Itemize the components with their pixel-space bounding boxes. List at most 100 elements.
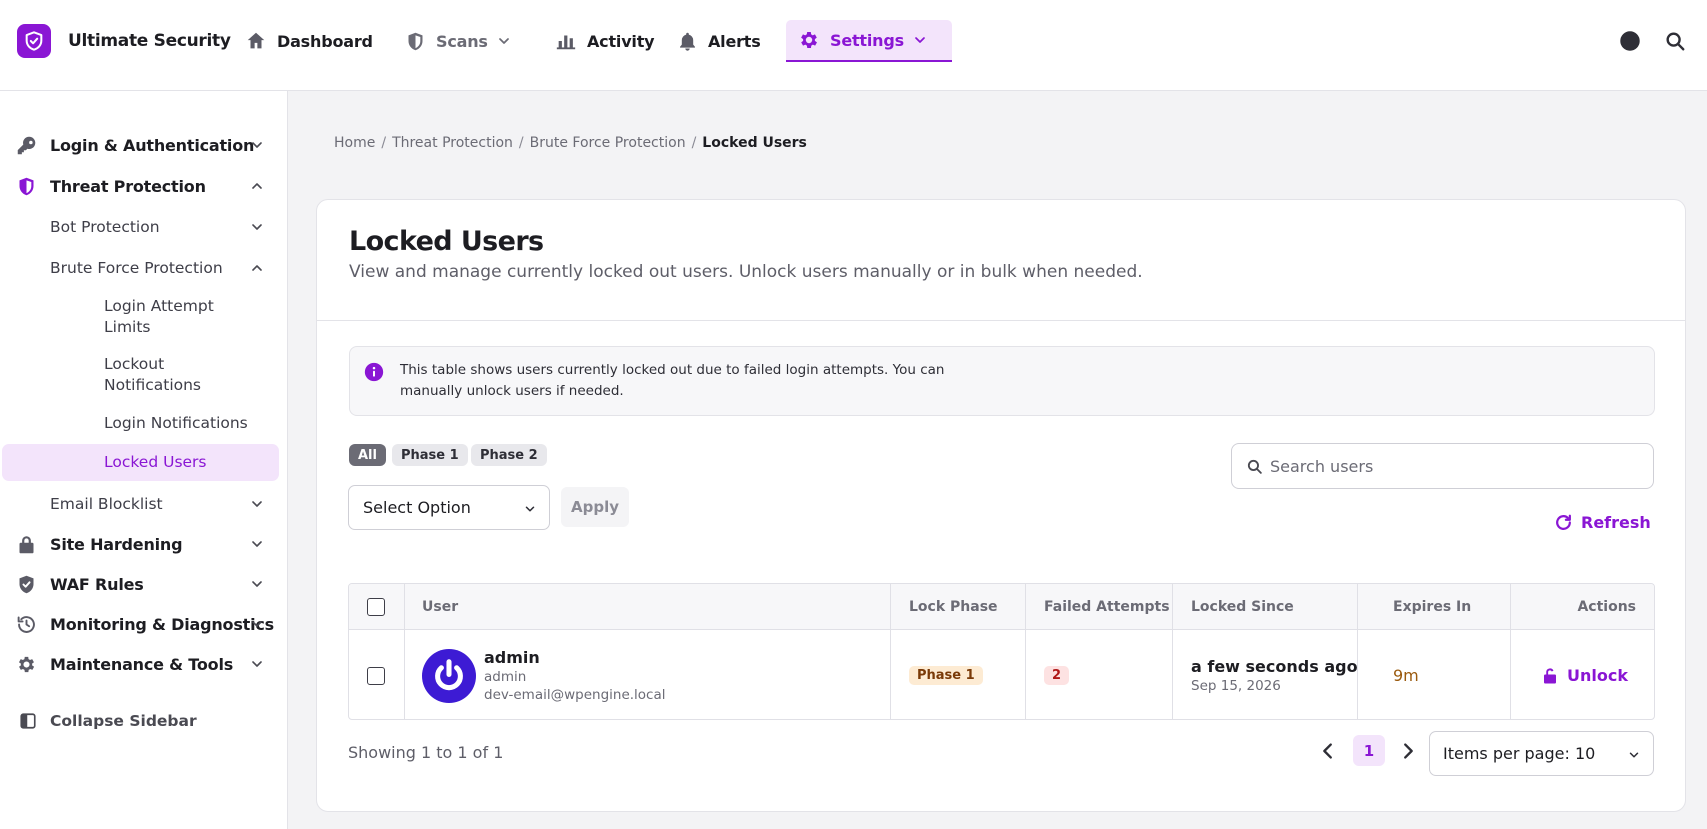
sidebar-item-label: Site Hardening [50,534,183,554]
apply-button[interactable]: Apply [561,487,629,527]
nav-activity[interactable]: Activity [555,24,655,58]
sidebar-item-maintenance-tools[interactable]: Maintenance & Tools [0,653,287,675]
sidebar-item-waf-rules[interactable]: WAF Rules [0,573,287,595]
sidebar-item-label: Login Notifications [104,414,248,432]
column-header-locked-since[interactable]: Locked Since [1191,584,1294,630]
user-login: admin [484,668,527,685]
collapse-sidebar-button[interactable]: Collapse Sidebar [0,710,287,732]
nav-dashboard[interactable]: Dashboard [245,24,373,58]
refresh-icon [1556,514,1571,530]
info-icon [364,362,384,382]
breadcrumb-home[interactable]: Home [334,135,375,151]
nav-activity-label: Activity [587,31,655,51]
sidebar-item-label: Brute Force Protection [50,259,223,277]
sidebar-toggle-icon [20,713,36,729]
user-info: admin admin dev-email@wpengine.local [484,648,666,704]
breadcrumb-brute-force-protection[interactable]: Brute Force Protection [530,135,686,151]
chevron-left-icon[interactable] [1317,740,1339,762]
search-icon [1247,459,1262,474]
sidebar-item-threat-protection[interactable]: Threat Protection [0,175,287,197]
lock-icon [19,535,34,553]
info-notice: This table shows users currently locked … [349,346,1655,416]
history-icon [17,615,35,633]
breadcrumb-separator: / [381,135,387,151]
theme-toggle-icon[interactable] [1619,30,1641,52]
expires-in-cell: 9m [1393,631,1419,719]
lock-phase-badge: Phase 1 [909,666,983,685]
items-per-page-select[interactable]: Items per page: 10 [1429,731,1654,776]
nav-alerts[interactable]: Alerts [677,24,761,58]
sidebar-item-label: Maintenance & Tools [50,654,234,674]
user-display-name: admin [484,647,540,667]
chevron-down-icon [252,621,262,627]
locked-users-table: User Lock Phase Failed Attempts Locked S… [348,583,1655,720]
sidebar-item-login-attempt-limits[interactable]: Login Attempt Limits [0,296,287,338]
power-icon [435,658,463,690]
breadcrumb-threat-protection[interactable]: Threat Protection [392,135,513,151]
shield-icon [408,32,423,50]
refresh-label: Refresh [1581,513,1651,532]
chevron-right-icon[interactable] [1397,740,1419,762]
refresh-button[interactable]: Refresh [1554,513,1651,532]
shield-logo-icon [17,24,51,58]
nav-settings[interactable]: Settings [786,20,952,62]
sidebar-item-brute-force-protection[interactable]: Brute Force Protection [0,257,287,279]
sidebar-item-label: Lockout Notifications [104,355,202,394]
column-header-lock-phase[interactable]: Lock Phase [909,584,998,630]
sidebar-item-bot-protection[interactable]: Bot Protection [0,216,287,238]
chevron-down-icon [525,506,535,512]
sidebar-item-label: Locked Users [104,453,207,471]
shield-check-icon [19,575,34,593]
shield-icon [19,177,34,195]
page-title: Locked Users [349,226,544,257]
nav-scans-label: Scans [436,31,488,51]
filter-all[interactable]: All [349,444,386,466]
column-header-user[interactable]: User [422,584,458,630]
breadcrumb-separator: / [691,135,697,151]
sidebar-item-login-notifications[interactable]: Login Notifications [0,413,287,435]
select-all-checkbox[interactable] [367,598,385,616]
chevron-down-icon [252,661,262,667]
sidebar-item-email-blocklist[interactable]: Email Blocklist [0,493,287,515]
chevron-down-icon [1629,752,1639,758]
unlock-icon [1544,667,1556,683]
sidebar-item-lockout-notifications[interactable]: Lockout Notifications [0,354,287,396]
row-checkbox[interactable] [367,666,385,685]
nav-dashboard-label: Dashboard [277,31,373,51]
filter-phase-2[interactable]: Phase 2 [471,444,547,466]
expires-in-value: 9m [1393,666,1419,685]
sidebar-item-label: Email Blocklist [50,495,163,513]
sidebar-item-label: Login Attempt Limits [104,297,214,336]
brand[interactable]: Ultimate Security [17,24,231,58]
column-divider [890,584,891,719]
sidebar-item-site-hardening[interactable]: Site Hardening [0,533,287,555]
bulk-action-value: Select Option [363,498,471,517]
select-all-cell [367,584,385,630]
sidebar-item-locked-users[interactable]: Locked Users [2,444,279,481]
lock-phase-cell: Phase 1 [909,631,983,719]
sidebar-item-label: Login & Authentication [50,135,255,155]
bell-icon [680,32,695,51]
breadcrumb-separator: / [518,135,524,151]
avatar [422,648,476,703]
unlock-button[interactable]: Unlock [1542,666,1628,685]
nav-scans[interactable]: Scans [405,24,522,58]
sidebar-item-login-authentication[interactable]: Login & Authentication [0,134,287,156]
column-header-expires-in[interactable]: Expires In [1393,584,1471,630]
locked-since-relative: a few seconds ago [1191,656,1358,676]
filter-phase-1[interactable]: Phase 1 [392,444,468,466]
page-number-current[interactable]: 1 [1353,735,1385,766]
column-header-failed-attempts[interactable]: Failed Attempts [1044,584,1170,630]
sidebar-item-monitoring-diagnostics[interactable]: Monitoring & Diagnostics [0,613,287,635]
page-description: View and manage currently locked out use… [349,262,1143,282]
breadcrumb: Home / Threat Protection / Brute Force P… [334,135,807,151]
search-users-field[interactable] [1231,443,1654,489]
column-divider [1025,584,1026,719]
chevron-down-icon [252,581,262,587]
search-users-input[interactable] [1270,444,1640,488]
bulk-action-select[interactable]: Select Option [348,485,550,530]
search-icon[interactable] [1664,30,1686,52]
gear-icon [18,656,35,672]
brand-name: Ultimate Security [68,31,231,51]
bar-chart-icon [556,35,576,50]
